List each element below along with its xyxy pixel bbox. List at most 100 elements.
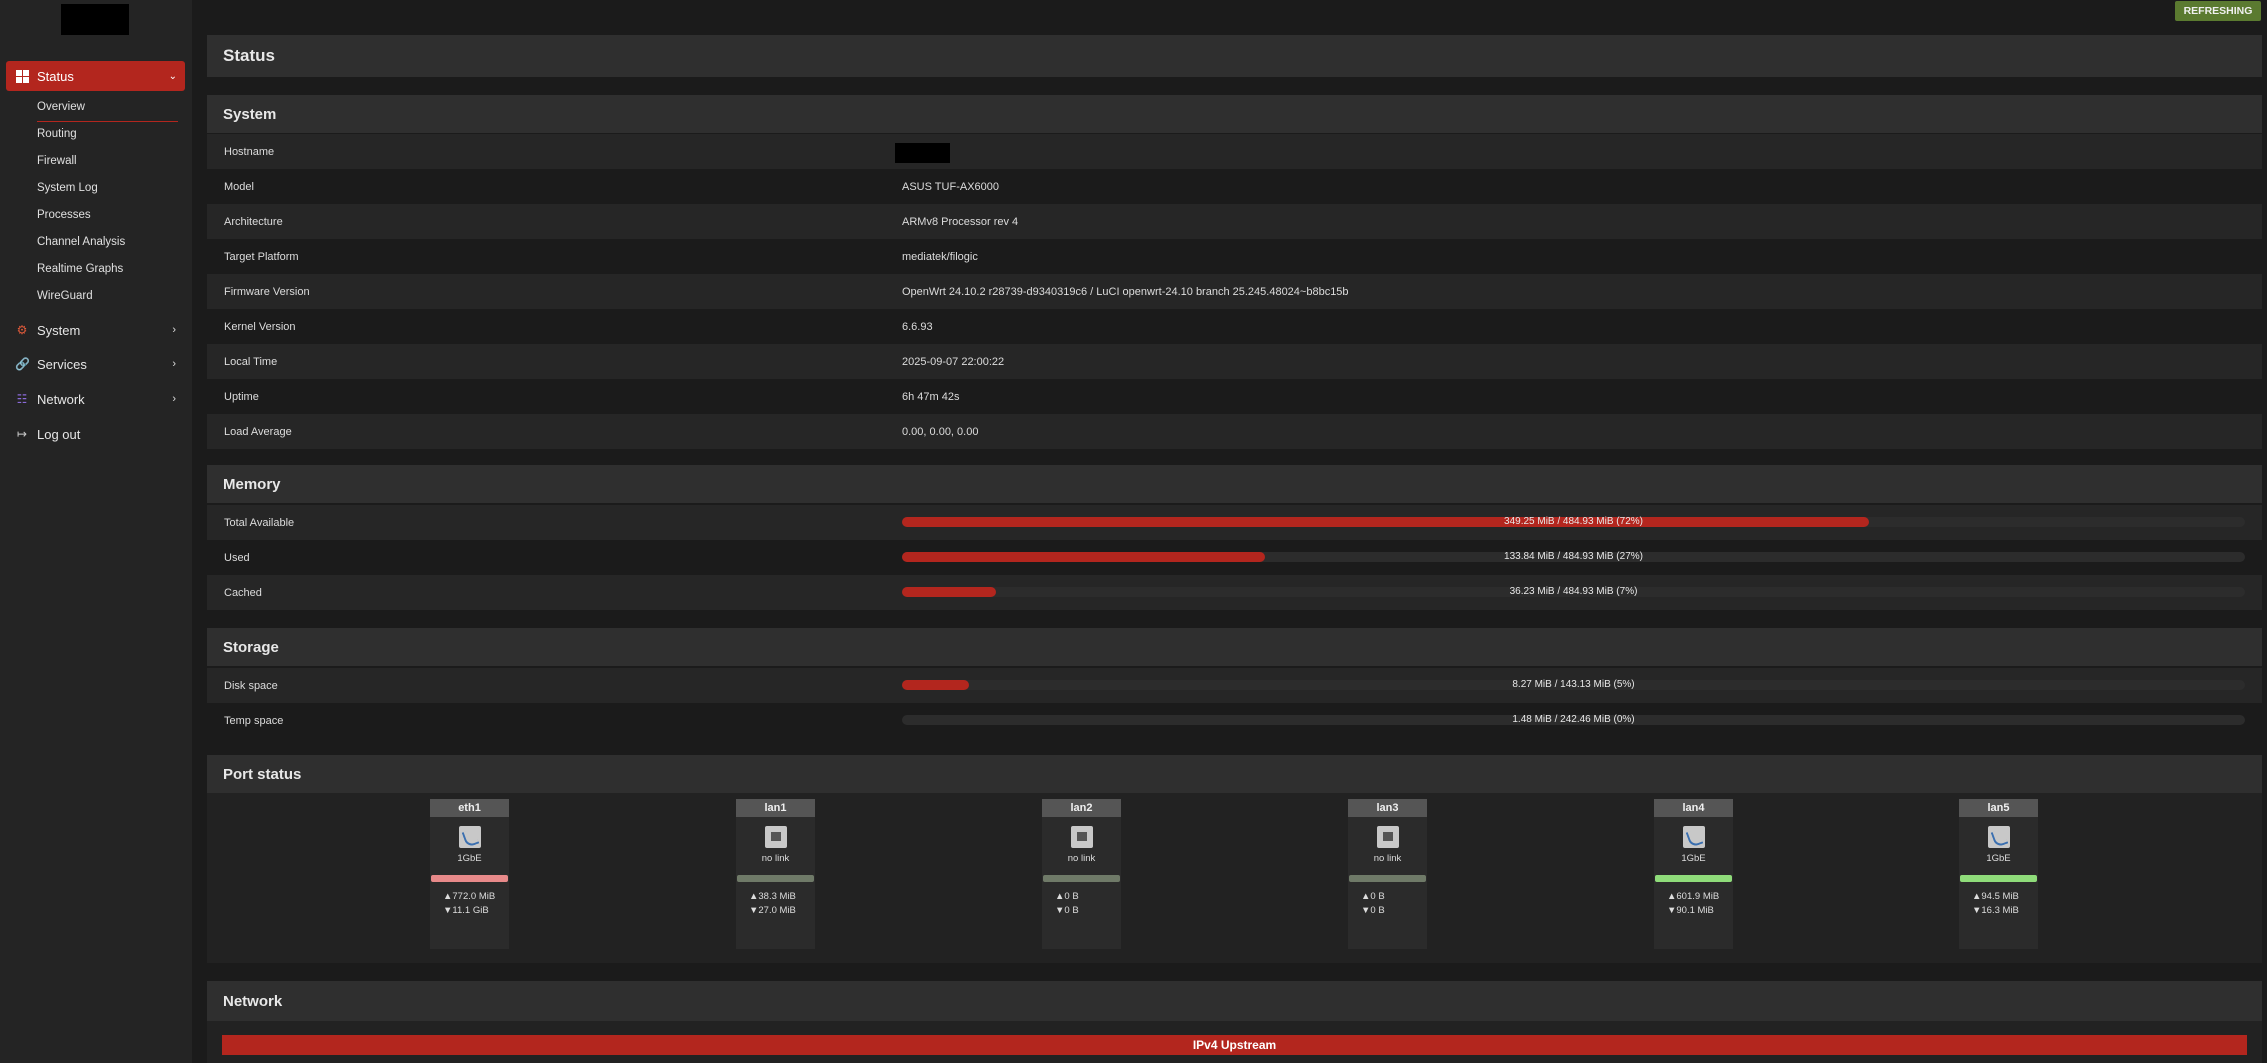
port-traffic: ▲772.0 MiB ▼11.1 GiB bbox=[430, 890, 509, 918]
port-status-panel bbox=[207, 793, 2262, 963]
system-row-value: OpenWrt 24.10.2 r28739-d9340319c6 / LuCI… bbox=[902, 285, 1349, 298]
dashboard-icon bbox=[16, 69, 29, 83]
ethernet-disconnected-icon bbox=[764, 826, 787, 848]
memory-progress-text: 349.25 MiB / 484.93 MiB (72%) bbox=[1504, 516, 1643, 527]
subnav-realtime-graphs[interactable]: Realtime Graphs bbox=[37, 263, 123, 275]
system-row-value: 2025-09-07 22:00:22 bbox=[902, 355, 1005, 368]
subnav-processes[interactable]: Processes bbox=[37, 209, 91, 221]
system-row-label: Architecture bbox=[224, 215, 283, 228]
memory-heading: Memory bbox=[207, 465, 2262, 503]
ipv4-upstream-header: IPv4 Upstream bbox=[222, 1035, 2247, 1055]
nav-services-label: Services bbox=[37, 356, 87, 372]
nav-network-label: Network bbox=[37, 391, 85, 407]
port-link-bar bbox=[737, 875, 814, 882]
port-speed: 1GbE bbox=[457, 853, 482, 864]
memory-row: Used 133.84 MiB / 484.93 MiB (27%) bbox=[207, 540, 2262, 575]
subnav-wireguard[interactable]: WireGuard bbox=[37, 290, 93, 302]
chevron-right-icon: › bbox=[172, 393, 176, 405]
port-rx: ▼16.3 MiB bbox=[1972, 905, 2019, 916]
nav-services[interactable]: 🔗 Services › bbox=[0, 352, 192, 376]
port-tx: ▲0 B bbox=[1055, 891, 1079, 902]
system-heading: System bbox=[207, 95, 2262, 133]
port-name: lan5 bbox=[1959, 799, 2038, 817]
system-row: Kernel Version 6.6.93 bbox=[207, 309, 2262, 344]
gear-icon: ⚙ bbox=[16, 323, 28, 337]
chevron-right-icon: › bbox=[172, 324, 176, 336]
port-tx: ▲772.0 MiB bbox=[443, 891, 496, 902]
port-name: lan3 bbox=[1348, 799, 1427, 817]
system-row: Firmware Version OpenWrt 24.10.2 r28739-d… bbox=[207, 274, 2262, 309]
system-row-label: Uptime bbox=[224, 390, 259, 403]
port-link-bar bbox=[1655, 875, 1732, 882]
port-traffic: ▲0 B ▼0 B bbox=[1042, 890, 1121, 918]
subnav-channel-analysis[interactable]: Channel Analysis bbox=[37, 236, 125, 248]
nav-logout-label: Log out bbox=[37, 426, 81, 442]
system-row: Uptime 6h 47m 42s bbox=[207, 379, 2262, 414]
memory-progress-bar: 349.25 MiB / 484.93 MiB (72%) bbox=[902, 516, 2245, 527]
port-tx: ▲0 B bbox=[1361, 891, 1385, 902]
port-tx: ▲38.3 MiB bbox=[749, 891, 796, 902]
network-icon: ☷ bbox=[16, 392, 28, 406]
system-row-value: ASUS TUF-AX6000 bbox=[902, 180, 1000, 193]
port-link-bar bbox=[431, 875, 508, 882]
port-lan3: lan3 no link ▲0 B ▼0 B bbox=[1348, 799, 1427, 949]
hostname-redacted bbox=[895, 143, 950, 163]
system-row: Target Platform mediatek/filogic bbox=[207, 239, 2262, 274]
port-lan2: lan2 no link ▲0 B ▼0 B bbox=[1042, 799, 1121, 949]
nav-status[interactable]: Status ⌄ bbox=[6, 61, 185, 91]
storage-row-label: Disk space bbox=[224, 679, 278, 692]
port-rx: ▼27.0 MiB bbox=[749, 905, 796, 916]
port-speed: no link bbox=[761, 853, 790, 864]
memory-progress-bar: 133.84 MiB / 484.93 MiB (27%) bbox=[902, 551, 2245, 562]
port-traffic: ▲94.5 MiB ▼16.3 MiB bbox=[1959, 890, 2038, 918]
nav-network[interactable]: ☷ Network › bbox=[0, 387, 192, 411]
subnav-routing[interactable]: Routing bbox=[37, 128, 77, 140]
nav-system[interactable]: ⚙ System › bbox=[0, 318, 192, 342]
storage-row-label: Temp space bbox=[224, 714, 284, 727]
system-row: Hostname bbox=[207, 134, 2262, 169]
sidebar: Status ⌄ Overview Routing Firewall Syste… bbox=[0, 0, 192, 1063]
port-rx: ▼11.1 GiB bbox=[443, 905, 489, 916]
storage-heading: Storage bbox=[207, 628, 2262, 666]
storage-progress-text: 8.27 MiB / 143.13 MiB (5%) bbox=[1512, 679, 1635, 690]
port-lan4: lan4 1GbE ▲601.9 MiB ▼90.1 MiB bbox=[1654, 799, 1733, 949]
system-row-label: Target Platform bbox=[224, 250, 299, 263]
system-row: Architecture ARMv8 Processor rev 4 bbox=[207, 204, 2262, 239]
subnav-overview[interactable]: Overview bbox=[37, 101, 85, 113]
port-tx: ▲601.9 MiB bbox=[1667, 891, 1720, 902]
subnav-firewall[interactable]: Firewall bbox=[37, 155, 77, 167]
active-underline bbox=[37, 121, 178, 122]
port-name: lan2 bbox=[1042, 799, 1121, 817]
nav-logout[interactable]: ↦ Log out bbox=[0, 422, 192, 446]
port-status-heading: Port status bbox=[207, 755, 2262, 793]
port-link-bar bbox=[1349, 875, 1426, 882]
port-lan5: lan5 1GbE ▲94.5 MiB ▼16.3 MiB bbox=[1959, 799, 2038, 949]
ethernet-connected-icon bbox=[1987, 826, 2010, 848]
ethernet-connected-icon bbox=[458, 826, 481, 848]
ethernet-disconnected-icon bbox=[1376, 826, 1399, 848]
chevron-down-icon: ⌄ bbox=[168, 70, 177, 82]
logo bbox=[61, 4, 129, 35]
system-row-label: Local Time bbox=[224, 355, 278, 368]
port-traffic: ▲0 B ▼0 B bbox=[1348, 890, 1427, 918]
memory-progress-text: 133.84 MiB / 484.93 MiB (27%) bbox=[1504, 551, 1643, 562]
memory-progress-bar: 36.23 MiB / 484.93 MiB (7%) bbox=[902, 586, 2245, 597]
port-tx: ▲94.5 MiB bbox=[1972, 891, 2019, 902]
port-speed: 1GbE bbox=[1681, 853, 1706, 864]
port-lan1: lan1 no link ▲38.3 MiB ▼27.0 MiB bbox=[736, 799, 815, 949]
system-row-value: 6h 47m 42s bbox=[902, 390, 960, 403]
ethernet-disconnected-icon bbox=[1070, 826, 1093, 848]
memory-progress-text: 36.23 MiB / 484.93 MiB (7%) bbox=[1509, 586, 1638, 597]
storage-progress-bar: 1.48 MiB / 242.46 MiB (0%) bbox=[902, 714, 2245, 725]
storage-row: Temp space 1.48 MiB / 242.46 MiB (0%) bbox=[207, 703, 2262, 738]
memory-row: Total Available 349.25 MiB / 484.93 MiB (… bbox=[207, 505, 2262, 540]
refreshing-badge[interactable]: REFRESHING bbox=[2175, 1, 2261, 21]
page-title: Status bbox=[207, 35, 2262, 77]
storage-progress-bar: 8.27 MiB / 143.13 MiB (5%) bbox=[902, 679, 2245, 690]
port-rx: ▼0 B bbox=[1055, 905, 1079, 916]
memory-row-label: Used bbox=[224, 551, 250, 564]
logout-icon: ↦ bbox=[16, 427, 28, 441]
port-traffic: ▲601.9 MiB ▼90.1 MiB bbox=[1654, 890, 1733, 918]
system-row-label: Firmware Version bbox=[224, 285, 310, 298]
subnav-system-log[interactable]: System Log bbox=[37, 182, 98, 194]
